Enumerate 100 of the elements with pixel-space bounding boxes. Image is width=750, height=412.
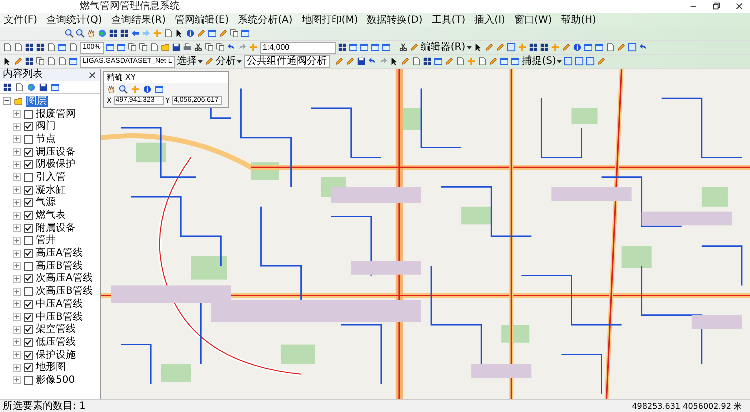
checkbox[interactable] (24, 274, 33, 284)
square-icon[interactable] (628, 43, 637, 52)
scissors-icon[interactable] (398, 43, 408, 52)
checkbox[interactable] (24, 198, 33, 208)
checkbox[interactable] (24, 172, 33, 182)
expand-icon[interactable] (13, 326, 21, 334)
expand-icon[interactable] (13, 288, 21, 296)
expand-icon[interactable] (13, 198, 21, 207)
expand-icon[interactable] (13, 122, 21, 131)
checkbox[interactable] (24, 325, 33, 334)
window-icon[interactable] (348, 43, 358, 52)
checkbox[interactable] (24, 363, 33, 372)
arrow-left-icon[interactable] (131, 29, 140, 38)
tree-item[interactable]: 图层 (26, 96, 48, 107)
pencil-icon[interactable] (562, 43, 571, 52)
layer-name[interactable]: 气源 (36, 197, 56, 208)
hand-icon[interactable] (87, 29, 96, 38)
window-icon[interactable] (116, 43, 126, 52)
pencil-icon[interactable] (597, 57, 606, 66)
undo-icon[interactable] (368, 57, 378, 66)
restore-icon[interactable] (712, 2, 721, 11)
scale-field[interactable]: 1:4,000 (260, 42, 336, 54)
grid-icon[interactable] (540, 43, 549, 52)
window-icon[interactable] (51, 82, 60, 92)
expand-icon[interactable] (13, 262, 21, 270)
layer-name[interactable]: 架空管线 (36, 324, 76, 336)
expand-icon[interactable] (13, 236, 21, 245)
checkbox[interactable] (24, 376, 33, 385)
window-icon[interactable] (584, 43, 593, 52)
collapse-icon[interactable] (3, 97, 11, 106)
checkbox[interactable] (24, 186, 33, 195)
expand-icon[interactable] (13, 148, 21, 156)
info-icon[interactable] (572, 43, 582, 52)
layer-name[interactable]: 影像500 (36, 374, 76, 386)
expand-icon[interactable] (13, 364, 21, 372)
window-icon[interactable] (370, 43, 380, 52)
save-icon[interactable] (172, 43, 181, 52)
checkbox[interactable] (24, 312, 33, 322)
expand-icon[interactable] (13, 135, 21, 144)
expand-icon[interactable] (13, 338, 21, 346)
menu-item[interactable]: 文件(F) (4, 14, 38, 26)
hand-icon[interactable] (107, 84, 116, 94)
layer-name[interactable]: 节点 (36, 134, 56, 145)
pencil-icon[interactable] (197, 29, 206, 38)
editor-menu[interactable]: 编辑器(R) (420, 42, 472, 54)
page-icon[interactable] (412, 57, 422, 66)
square-icon[interactable] (575, 57, 584, 66)
pointer-icon[interactable] (390, 57, 400, 66)
grid-icon[interactable] (423, 57, 432, 66)
checkbox[interactable] (24, 211, 33, 220)
pencil-icon[interactable] (219, 29, 228, 38)
layer-name[interactable]: 阀门 (36, 121, 56, 132)
grid-icon[interactable] (25, 57, 34, 66)
checkbox[interactable] (24, 122, 33, 132)
expand-icon[interactable] (13, 376, 21, 384)
save-icon[interactable] (357, 57, 366, 66)
magnifier-icon[interactable] (119, 84, 128, 94)
menu-item[interactable]: 管网编辑(E) (175, 14, 230, 26)
expand-icon[interactable] (13, 186, 21, 194)
checkbox[interactable] (24, 338, 33, 347)
layer-name[interactable]: 高压B管线 (36, 260, 83, 272)
grid-icon[interactable] (109, 29, 118, 38)
window-icon[interactable] (106, 43, 115, 52)
menu-item[interactable]: 查询结果(R) (111, 14, 166, 26)
copy-icon[interactable] (36, 57, 45, 66)
checkbox[interactable] (24, 300, 33, 309)
layer-name[interactable]: 次高压B管线 (36, 286, 93, 298)
close-icon[interactable] (735, 2, 744, 11)
layer-name[interactable]: 保护设施 (36, 350, 76, 361)
window-icon[interactable] (208, 29, 217, 38)
page-icon[interactable] (606, 43, 615, 52)
layer-name[interactable]: 阴极保护 (36, 159, 76, 170)
window-icon[interactable] (69, 57, 78, 66)
layer-name[interactable]: 次高压A管线 (36, 273, 93, 284)
window-icon[interactable] (382, 43, 391, 52)
magnifier-icon[interactable] (65, 29, 74, 38)
undo-icon[interactable] (638, 43, 648, 52)
window-icon[interactable] (500, 57, 510, 66)
checkbox[interactable] (24, 148, 33, 157)
layer-name[interactable]: 调压设备 (36, 146, 76, 158)
layer-name[interactable]: 中压A管线 (36, 298, 83, 310)
checkbox[interactable] (24, 287, 33, 296)
expand-icon[interactable] (13, 110, 21, 118)
select-menu[interactable]: 选择 (177, 56, 204, 68)
square-icon[interactable] (586, 57, 596, 66)
window-icon[interactable] (434, 57, 444, 66)
window-icon[interactable] (241, 29, 250, 38)
layer-name[interactable]: 附属设备 (36, 222, 76, 234)
checkbox[interactable] (24, 110, 33, 119)
scissors-icon[interactable] (194, 43, 203, 52)
pencil-icon[interactable] (445, 57, 454, 66)
menu-item[interactable]: 系统分析(A) (238, 14, 293, 26)
menu-item[interactable]: 窗口(W) (514, 14, 552, 26)
menu-item[interactable]: 查询统计(Q) (46, 14, 102, 26)
layer-name[interactable]: 高压A管线 (36, 248, 83, 260)
layer-name[interactable]: 凝水缸 (36, 184, 66, 196)
layer-name[interactable]: 报废管网 (36, 108, 76, 120)
printer-icon[interactable] (182, 43, 192, 52)
close-icon[interactable] (88, 70, 97, 80)
analysis-tool-dropdown[interactable]: 公共组件通阀分析 (244, 55, 330, 68)
